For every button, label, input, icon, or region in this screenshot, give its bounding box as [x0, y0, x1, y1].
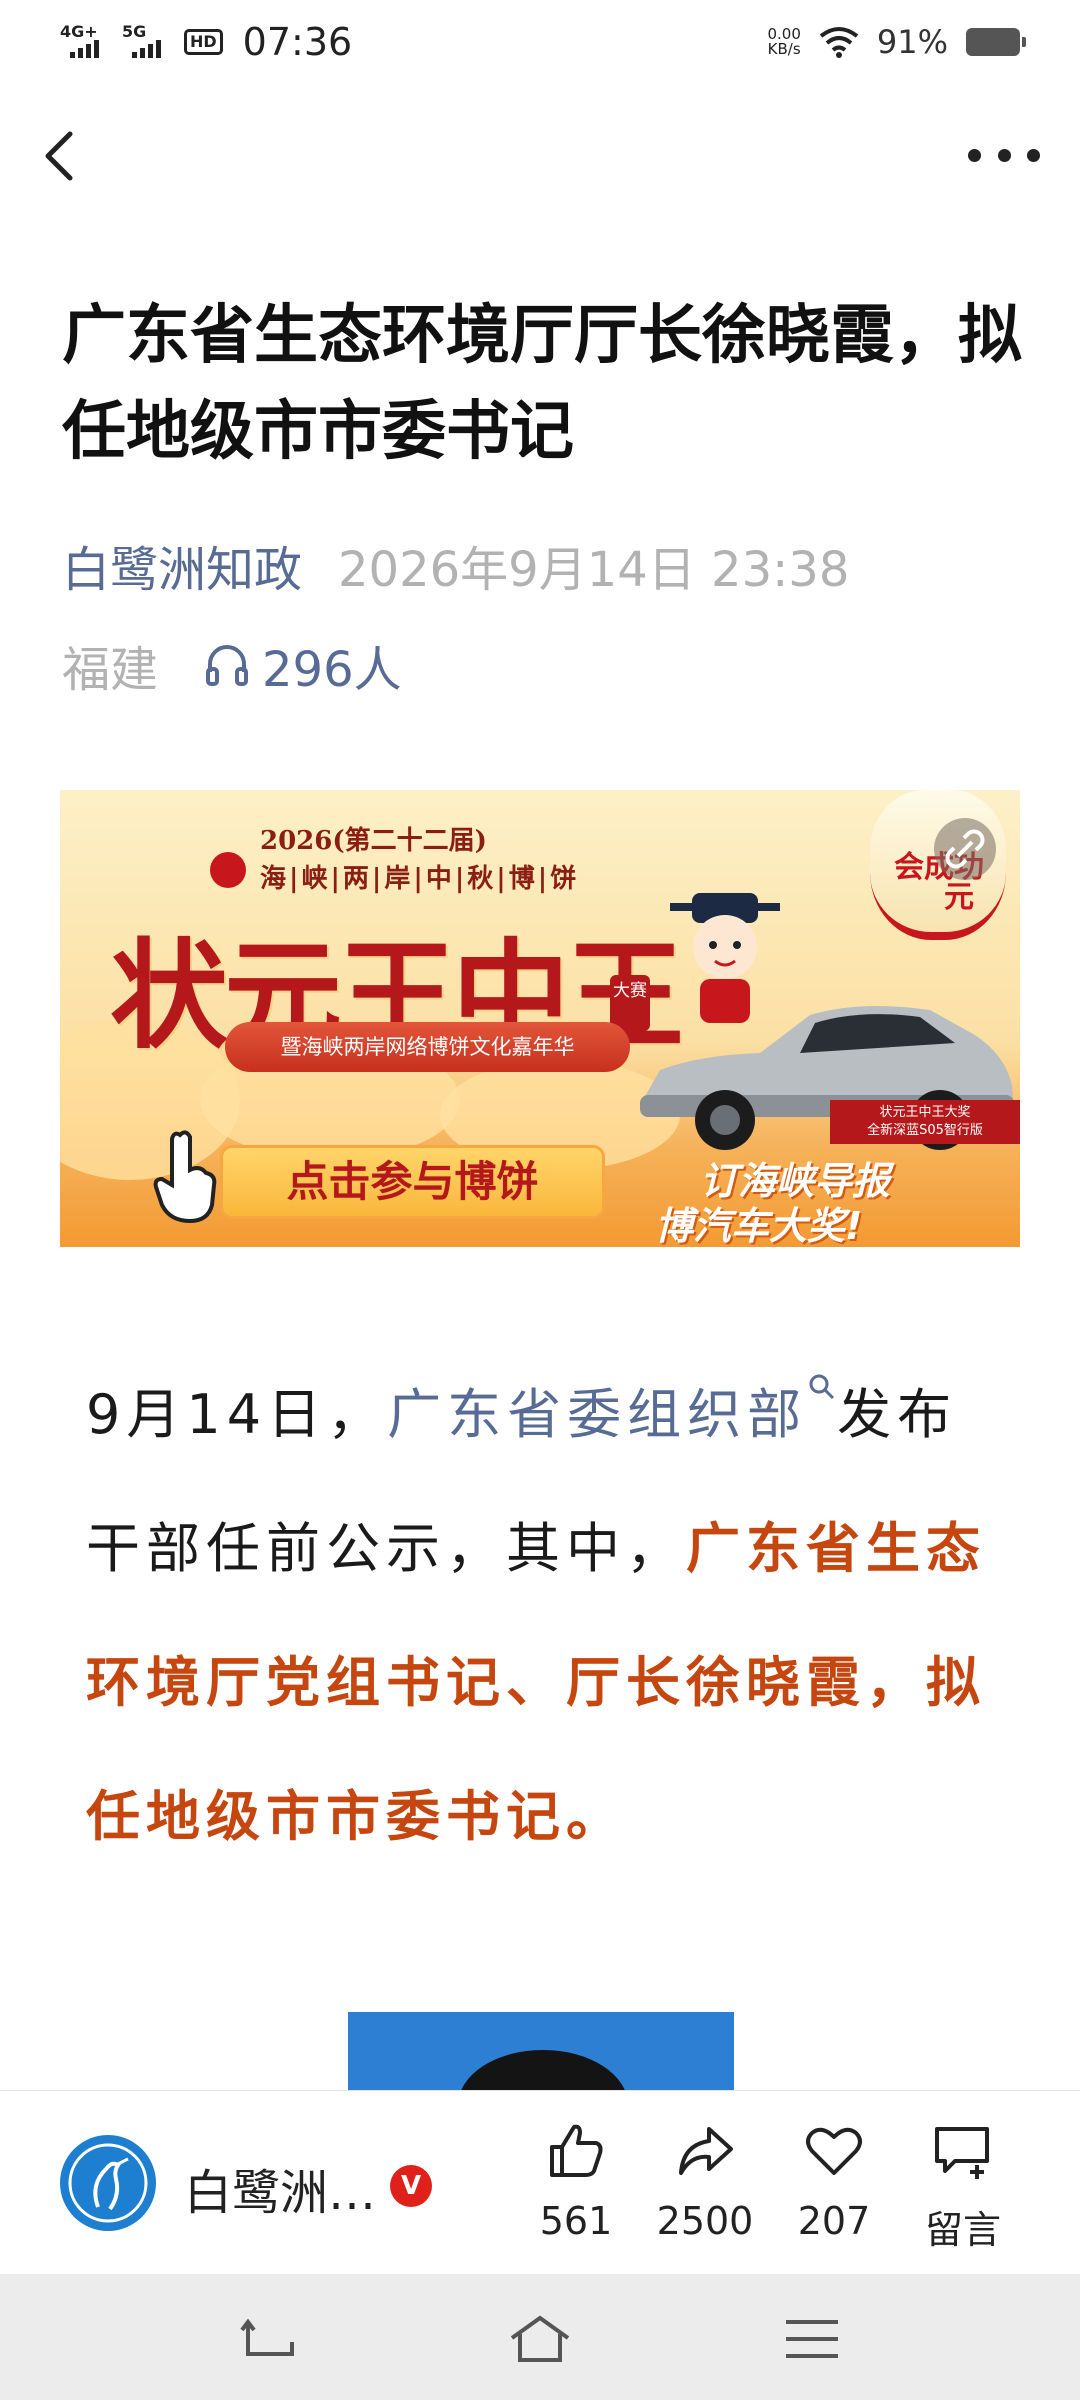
- comment-label: 留言: [924, 2208, 1001, 2252]
- hd-voice-icon: HD: [184, 29, 223, 55]
- wifi-icon: [819, 27, 859, 58]
- status-bar: 4G+ 5G HD 07:36 0.00 KB/s 91%: [0, 0, 1080, 84]
- article-meta: 白鹭洲知政 2026年9月14日 23:38: [62, 530, 849, 600]
- nav-home-button[interactable]: [508, 2314, 572, 2364]
- listen-button[interactable]: 296人: [204, 630, 402, 700]
- mini-program-link-button[interactable]: [934, 818, 996, 880]
- article-meta-secondary: 福建 296人: [62, 630, 402, 700]
- article-title: 广东省生态环境厅厅长徐晓霞，拟任地级市市委书记: [62, 299, 1022, 469]
- nav-menu-icon: [786, 2320, 838, 2358]
- like-count: 561: [539, 2199, 613, 2243]
- paragraph-date: 9月14日，: [86, 1383, 388, 1446]
- prize-line-2: 全新深蓝S05智行版: [867, 1123, 983, 1138]
- egret-logo-icon: [68, 2143, 148, 2223]
- org-search-link[interactable]: 广东省委组织部: [387, 1383, 807, 1446]
- link-icon: [945, 829, 985, 869]
- banner-logo-icon: [210, 852, 246, 888]
- banner-prize: 状元王中王大奖 全新深蓝S05智行版: [830, 1100, 1020, 1144]
- network-5g-indicator: 5G: [122, 22, 170, 62]
- article-paragraph: 9月14日，广东省委组织部 发布干部任前公示，其中，广东省生态环境厅党组书记、厅长…: [86, 1348, 1006, 1884]
- more-button[interactable]: [968, 135, 1040, 175]
- photo-portrait: [458, 2050, 628, 2092]
- network-4g-indicator: 4G+: [60, 22, 108, 62]
- join-game-button[interactable]: 点击参与博饼: [220, 1145, 605, 1219]
- system-navigation-bar: [0, 2274, 1080, 2400]
- status-left: 4G+ 5G HD 07:36: [60, 20, 352, 64]
- prize-line-1: 状元王中王大奖: [879, 1105, 971, 1120]
- search-icon[interactable]: [807, 1372, 837, 1402]
- region-label: 福建: [62, 642, 159, 698]
- back-icon: [45, 131, 73, 181]
- signal-bars-icon: [132, 40, 161, 58]
- favorite-count: 207: [797, 2199, 871, 2243]
- back-button[interactable]: [36, 120, 96, 192]
- pointing-hand-icon: [153, 1130, 217, 1224]
- network-4g-label: 4G+: [60, 22, 98, 41]
- nav-back-icon: [240, 2318, 294, 2356]
- share-icon: [679, 2127, 733, 2175]
- status-right: 0.00 KB/s 91%: [767, 23, 1026, 61]
- thumbs-up-icon: [550, 2124, 603, 2177]
- bottom-action-bar: 白鹭洲… V 561 2500 207 留言: [0, 2090, 1080, 2274]
- like-button[interactable]: 561: [511, 2119, 641, 2243]
- network-speed: 0.00 KB/s: [767, 27, 800, 57]
- status-time: 07:36: [242, 20, 353, 64]
- comment-button[interactable]: 留言: [898, 2119, 1028, 2254]
- banner-subtitle: 暨海峡两岸网络博饼文化嘉年华: [225, 1022, 630, 1072]
- network-speed-unit: KB/s: [767, 40, 801, 58]
- nav-home-icon: [510, 2315, 570, 2362]
- author-link[interactable]: 白鹭洲知政: [62, 530, 302, 600]
- heart-icon: [806, 2127, 862, 2175]
- nav-back-button[interactable]: [238, 2314, 302, 2364]
- publish-datetime: 2026年9月14日 23:38: [338, 542, 850, 598]
- verified-badge-icon: V: [390, 2165, 432, 2207]
- listener-count: 296人: [262, 642, 402, 698]
- banner-promo-line-2: 博汽车大奖!: [655, 1204, 863, 1247]
- banner-festival: 海|峡|两|岸|中|秋|博|饼: [260, 864, 580, 894]
- battery-percent: 91%: [876, 23, 948, 61]
- more-icon-dot: [1027, 148, 1040, 162]
- promo-banner[interactable]: 2026(第二十二届) 海|峡|两|岸|中|秋|博|饼 状元王中王 大赛 暨海峡…: [60, 790, 1020, 1247]
- headphones-icon: [206, 645, 249, 686]
- more-icon-dot: [997, 148, 1011, 162]
- account-avatar[interactable]: [60, 2135, 156, 2231]
- network-5g-label: 5G: [122, 22, 147, 41]
- nav-menu-button[interactable]: [780, 2314, 844, 2364]
- article-photo[interactable]: [348, 2012, 734, 2092]
- favorite-button[interactable]: 207: [769, 2119, 899, 2243]
- banner-edition: 2026(第二十二届): [260, 826, 487, 856]
- battery-icon: [966, 28, 1026, 56]
- share-button[interactable]: 2500: [640, 2119, 770, 2243]
- more-icon: [968, 148, 981, 162]
- account-name[interactable]: 白鹭洲…: [184, 2153, 376, 2223]
- share-count: 2500: [656, 2199, 754, 2243]
- comment-icon: [935, 2127, 989, 2179]
- signal-bars-icon: [70, 40, 99, 58]
